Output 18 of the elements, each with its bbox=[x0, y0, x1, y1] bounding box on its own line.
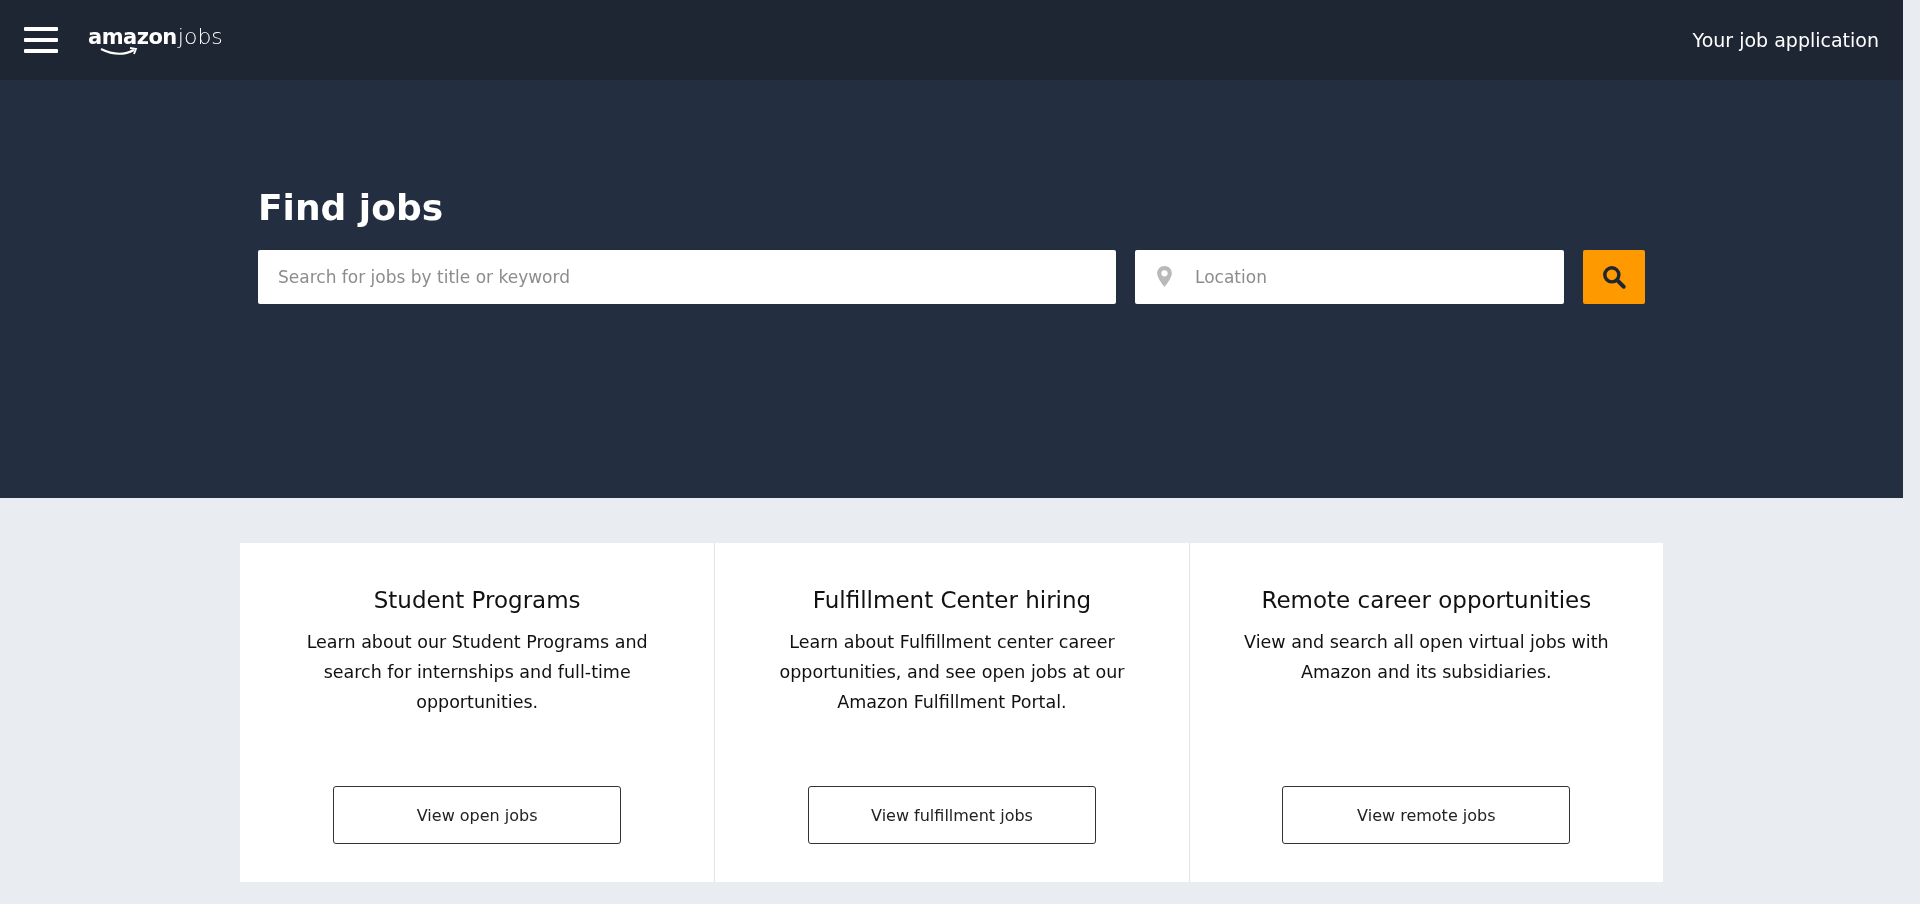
card-description: View and search all open virtual jobs with Amazon and its subsidiaries. bbox=[1243, 631, 1610, 684]
card-description: Learn about Fulfillment center career opportunities, and see open jobs at our Amazon Fulfillment Portal. bbox=[778, 631, 1126, 714]
smile-arrow-icon bbox=[98, 46, 140, 57]
view-jobs-button[interactable]: View remote jobs bbox=[1282, 786, 1571, 844]
location-field[interactable]: Location bbox=[1135, 250, 1564, 304]
card-title: Remote career opportunities bbox=[1261, 586, 1592, 615]
card-title: Fulfillment Center hiring bbox=[812, 586, 1092, 615]
menu-icon[interactable] bbox=[24, 27, 58, 53]
view-jobs-button[interactable]: View fulfillment jobs bbox=[808, 786, 1096, 844]
keyword-search-field[interactable]: Search for jobs by title or keyword bbox=[258, 250, 1116, 304]
view-jobs-button[interactable]: View open jobs bbox=[333, 786, 622, 844]
card-description: Learn about our Student Programs and search for internships and full-time opportunities. bbox=[305, 631, 649, 714]
search-icon bbox=[1601, 264, 1627, 290]
search-button[interactable] bbox=[1583, 250, 1645, 304]
page-title: Find jobs bbox=[258, 186, 445, 230]
card-title: Student Programs bbox=[373, 586, 581, 615]
logo[interactable]: amazonjobs bbox=[88, 23, 223, 57]
job-application-link[interactable]: Your job application bbox=[1692, 29, 1879, 51]
